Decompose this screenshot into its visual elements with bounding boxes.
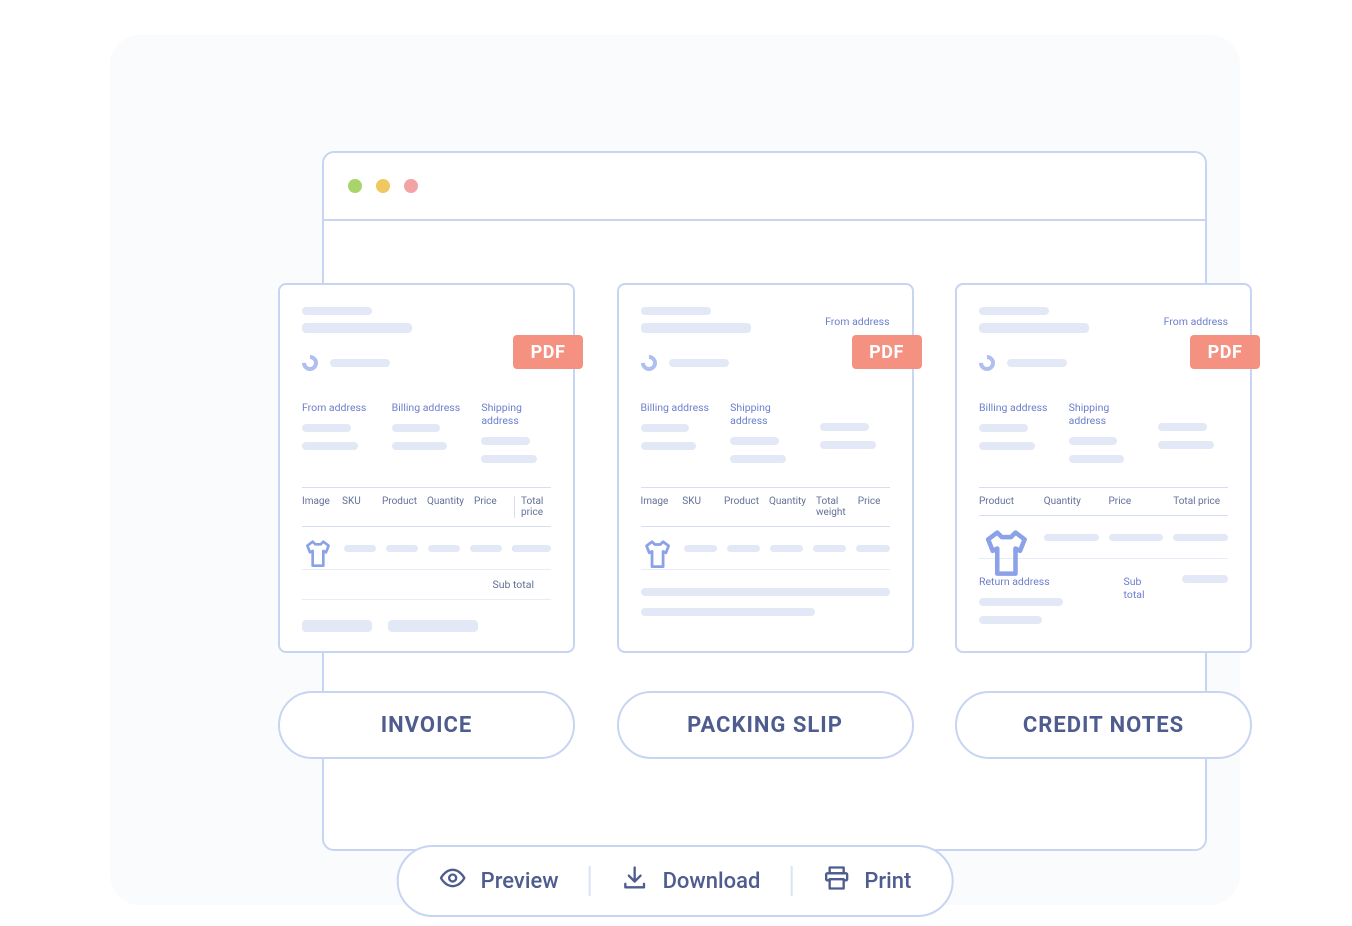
eye-icon	[439, 864, 467, 898]
window-title-bar	[324, 153, 1205, 221]
col-header: Total price	[1173, 496, 1228, 507]
col-header: Quantity	[427, 496, 464, 518]
invoice-card: PDF From address Billing address Shippin…	[278, 283, 575, 653]
shirt-icon	[979, 528, 1034, 546]
shirt-icon	[302, 539, 334, 557]
table-row	[641, 527, 890, 570]
col-header: Product	[724, 496, 759, 518]
invoice-table: Image SKU Product Quantity Price Total p…	[302, 487, 551, 600]
company-logo-icon	[976, 352, 999, 375]
col-header: Total weight	[816, 496, 848, 518]
tab-credit-notes[interactable]: CREDIT NOTES	[955, 691, 1252, 759]
col-header: Quantity	[1044, 496, 1099, 507]
address-label: Shipping address	[481, 401, 551, 427]
address-label: Billing address	[979, 401, 1049, 414]
credit-notes-card: PDF From address Billing address Shippin…	[955, 283, 1252, 653]
traffic-light-close-icon	[348, 179, 362, 193]
address-label: Shipping address	[1069, 401, 1139, 427]
col-header: Product	[979, 496, 1034, 507]
table-row	[302, 527, 551, 570]
table-row	[979, 516, 1228, 559]
col-header: Total price	[514, 496, 551, 518]
divider	[790, 866, 792, 896]
document-cards-row: PDF From address Billing address Shippin…	[278, 283, 1252, 653]
download-icon	[621, 864, 649, 898]
address-label: From address	[302, 401, 372, 414]
packing-slip-card: PDF From address Billing address Shippin…	[617, 283, 914, 653]
credit-table: Product Quantity Price Total price	[979, 487, 1228, 559]
col-header: Quantity	[769, 496, 806, 518]
tab-packing-slip[interactable]: PACKING SLIP	[617, 691, 914, 759]
col-header: Price	[1109, 496, 1164, 507]
subtotal-label: Sub total	[1124, 575, 1162, 601]
download-button[interactable]: Download	[621, 864, 761, 898]
address-label: Billing address	[641, 401, 711, 414]
action-label: Preview	[481, 869, 559, 894]
col-header: Image	[641, 496, 673, 518]
address-label: Shipping address	[730, 401, 800, 427]
action-label: Download	[663, 869, 761, 894]
print-icon	[822, 864, 850, 898]
print-button[interactable]: Print	[822, 864, 911, 898]
traffic-light-max-icon	[404, 179, 418, 193]
col-header: SKU	[682, 496, 714, 518]
background-panel: PDF From address Billing address Shippin…	[110, 35, 1240, 905]
col-header: SKU	[342, 496, 372, 518]
shirt-icon	[641, 539, 674, 557]
packing-table: Image SKU Product Quantity Total weight …	[641, 487, 890, 570]
col-header: Price	[474, 496, 504, 518]
return-address-label: Return address	[979, 575, 1084, 588]
subtotal-label: Sub total	[492, 578, 544, 591]
traffic-light-min-icon	[376, 179, 390, 193]
company-logo-icon	[637, 352, 660, 375]
action-bar: Preview Download Print	[397, 845, 954, 917]
pill-tabs: INVOICE PACKING SLIP CREDIT NOTES	[278, 691, 1252, 759]
action-label: Print	[864, 869, 911, 894]
company-logo-icon	[299, 352, 322, 375]
col-header: Image	[302, 496, 332, 518]
tab-invoice[interactable]: INVOICE	[278, 691, 575, 759]
divider	[589, 866, 591, 896]
col-header: Product	[382, 496, 417, 518]
col-header: Price	[858, 496, 890, 518]
preview-button[interactable]: Preview	[439, 864, 559, 898]
address-label: Billing address	[392, 401, 462, 414]
